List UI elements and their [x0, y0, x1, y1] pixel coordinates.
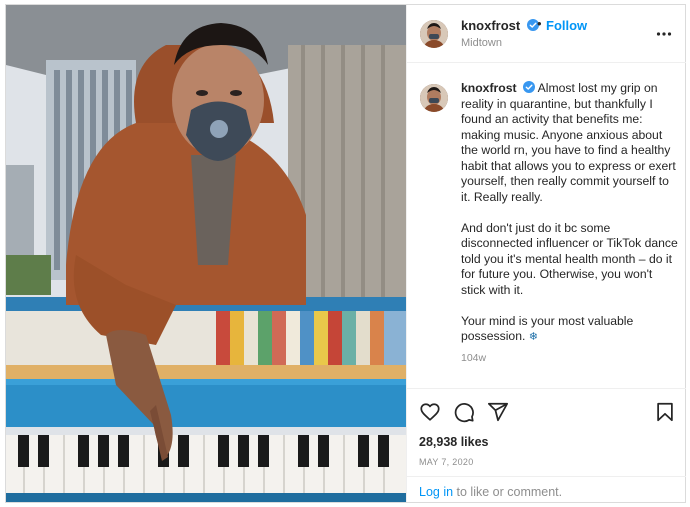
login-suffix: to like or comment. [453, 485, 563, 499]
username-text[interactable]: knoxfrost [461, 18, 520, 33]
post-photo-illustration [6, 5, 406, 502]
bookmark-icon [657, 402, 673, 422]
follow-button[interactable]: Follow [546, 18, 587, 33]
comment-button[interactable] [453, 401, 475, 423]
caption-text-2: And don't just do it bc some disconnecte… [461, 220, 678, 297]
share-button[interactable] [487, 401, 509, 423]
caption-time-ago[interactable]: 104w [461, 352, 486, 364]
post-header: knoxfrost • Follow Midtown [407, 5, 686, 63]
post-actions-area: 28,938 likes MAY 7, 2020 Log in to like … [407, 388, 686, 502]
login-prompt-text: Log in to like or comment. [419, 485, 562, 499]
caption-paragraph: knoxfrost Almost lost my grip on reality… [461, 81, 679, 205]
post-location[interactable]: Midtown [461, 37, 502, 49]
like-button[interactable] [419, 401, 441, 423]
avatar[interactable] [420, 20, 448, 48]
caption-paragraph: Your mind is your most valuable possessi… [461, 314, 679, 345]
likes-count[interactable]: 28,938 likes [419, 435, 489, 449]
verified-badge-icon [522, 81, 535, 93]
caption-text-3: Your mind is your most valuable possessi… [461, 313, 634, 344]
post-photo[interactable] [6, 5, 406, 502]
share-icon [487, 402, 509, 422]
post-sidebar: knoxfrost • Follow Midtown knoxfrost Alm… [406, 5, 686, 502]
comment-icon [454, 403, 474, 423]
caption-area: knoxfrost Almost lost my grip on reality… [407, 63, 686, 388]
post-date: MAY 7, 2020 [419, 457, 474, 467]
more-options-icon[interactable] [656, 26, 672, 42]
post-author-username[interactable]: knoxfrost [461, 18, 539, 33]
heart-icon [420, 403, 440, 421]
instagram-post: knoxfrost • Follow Midtown knoxfrost Alm… [5, 4, 686, 503]
avatar-image [420, 20, 448, 48]
login-prompt: Log in to like or comment. [407, 476, 686, 503]
snowflake-emoji: ❄ [528, 330, 538, 343]
avatar-image [420, 84, 448, 112]
save-button[interactable] [654, 401, 676, 423]
caption-username[interactable]: knoxfrost [461, 81, 535, 95]
login-link[interactable]: Log in [419, 485, 453, 499]
caption-paragraph: And don't just do it bc some disconnecte… [461, 221, 679, 299]
post-caption: knoxfrost Almost lost my grip on reality… [461, 81, 679, 360]
caption-username-text[interactable]: knoxfrost [461, 81, 517, 95]
caption-text-1: Almost lost my grip on reality in quaran… [461, 81, 676, 204]
separator-dot: • [537, 16, 542, 31]
caption-avatar[interactable] [420, 84, 448, 112]
